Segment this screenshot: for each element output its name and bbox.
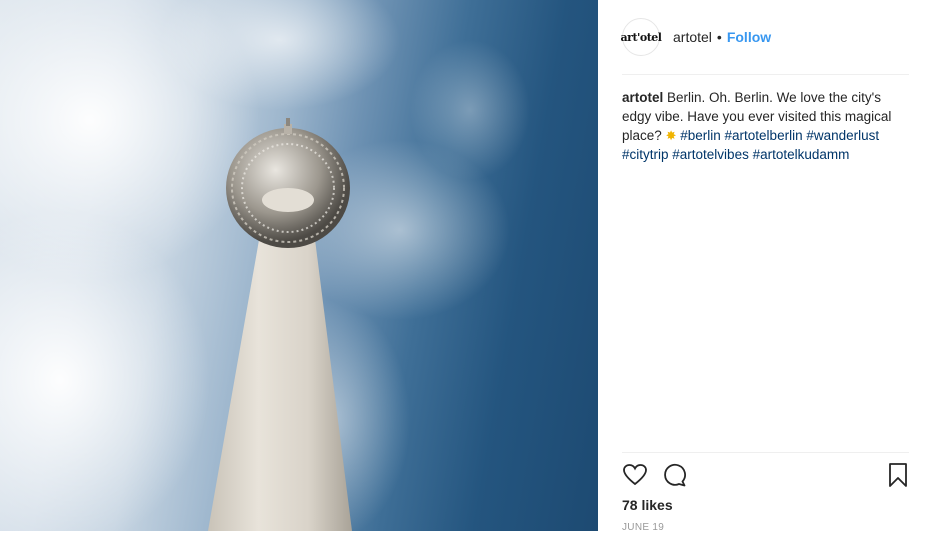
sparkle-emoji-icon: ✸ (665, 128, 677, 143)
username-link[interactable]: artotel (673, 29, 712, 45)
post-date: JUNE 19 (622, 522, 665, 533)
actions-divider (622, 452, 909, 453)
hashtag-artotelkudamm[interactable]: #artotelkudamm (753, 147, 850, 162)
avatar[interactable]: art'otel (620, 18, 662, 56)
follow-button[interactable]: Follow (727, 29, 771, 45)
caption-username[interactable]: artotel (622, 90, 663, 105)
post-sidebar: art'otel artotel • Follow artotel Berlin… (598, 0, 929, 533)
caption: artotel Berlin. Oh. Berlin. We love the … (622, 88, 912, 164)
comment-icon[interactable] (661, 462, 687, 488)
separator-dot: • (716, 29, 722, 45)
hashtag-citytrip[interactable]: #citytrip (622, 147, 669, 162)
likes-count[interactable]: 78 likes (622, 497, 673, 513)
action-bar (622, 462, 909, 490)
heart-icon[interactable] (622, 462, 648, 488)
hashtag-artotelberlin[interactable]: #artotelberlin (725, 128, 803, 143)
avatar-logo-text: art'otel (620, 30, 662, 44)
hashtag-wanderlust[interactable]: #wanderlust (806, 128, 879, 143)
post-photo[interactable] (0, 0, 598, 531)
header-divider (622, 74, 909, 75)
hashtag-artotelvibes[interactable]: #artotelvibes (672, 147, 749, 162)
bookmark-icon[interactable] (887, 462, 909, 488)
post-header: art'otel artotel • Follow (620, 16, 909, 58)
hashtag-berlin[interactable]: #berlin (680, 128, 721, 143)
instagram-post: art'otel artotel • Follow artotel Berlin… (0, 0, 929, 533)
tv-tower-illustration (0, 0, 530, 531)
